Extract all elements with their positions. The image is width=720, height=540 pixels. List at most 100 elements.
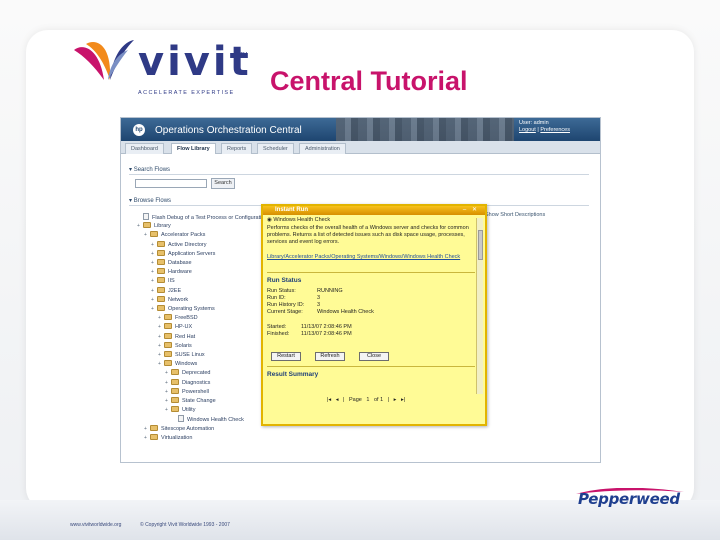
folder-icon xyxy=(157,259,165,265)
footer-website-link[interactable]: www.vivitworldwide.org xyxy=(70,522,121,528)
tree-folder[interactable]: + HP-UX xyxy=(158,323,192,332)
preferences-link[interactable]: Preferences xyxy=(540,127,570,133)
expand-toggle-icon[interactable]: + xyxy=(158,360,163,369)
tree-folder[interactable]: + FreeBSD xyxy=(158,314,198,323)
tree-folder[interactable]: + Application Servers xyxy=(151,249,215,259)
tree-folder[interactable]: + Database xyxy=(151,259,192,268)
expand-toggle-icon[interactable]: + xyxy=(137,222,142,231)
folder-icon xyxy=(143,222,151,229)
tree-folder[interactable]: + Active Directory xyxy=(151,240,207,250)
tree-item-label: Virtualization xyxy=(161,434,193,441)
tree-item-label: Sitescope Automation xyxy=(161,425,215,432)
tab-flow-library[interactable]: Flow Library xyxy=(171,143,216,154)
logout-link[interactable]: Logout xyxy=(519,127,536,133)
expand-toggle-icon[interactable]: + xyxy=(151,259,156,268)
tree-flow[interactable]: Flash Debug of a Test Process or Configu… xyxy=(137,213,267,222)
expand-toggle-icon[interactable]: + xyxy=(151,296,156,305)
folder-icon xyxy=(157,305,165,311)
refresh-button[interactable]: Refresh xyxy=(315,352,345,361)
expand-toggle-icon[interactable]: + xyxy=(151,250,156,259)
expand-toggle-icon[interactable]: + xyxy=(165,397,170,406)
tree-folder[interactable]: + Accelerator Packs xyxy=(144,231,205,240)
first-page-icon[interactable]: |◂ xyxy=(327,397,331,403)
tree-folder[interactable]: + Red Hat xyxy=(158,332,195,342)
expand-toggle-icon[interactable]: + xyxy=(151,241,156,250)
dialog-divider xyxy=(267,272,475,273)
expand-toggle-icon[interactable]: + xyxy=(144,425,149,434)
expand-toggle-icon[interactable]: + xyxy=(165,369,170,378)
tree-folder[interactable]: + Deprecated xyxy=(165,369,210,378)
run-id-row: Run ID: 3 xyxy=(267,295,321,301)
last-page-icon[interactable]: ▸| xyxy=(401,397,405,403)
expand-toggle-icon[interactable]: + xyxy=(151,277,156,286)
expand-toggle-icon[interactable]: + xyxy=(144,434,149,443)
expand-toggle-icon[interactable]: + xyxy=(158,323,163,332)
tree-item-label: State Change xyxy=(182,398,216,404)
expand-toggle-icon[interactable]: + xyxy=(144,231,149,240)
search-input[interactable] xyxy=(135,179,207,188)
search-button[interactable]: Search xyxy=(211,178,235,189)
tree-folder[interactable]: + Hardware xyxy=(151,268,192,277)
tab-reports[interactable]: Reports xyxy=(221,143,253,154)
next-page-icon[interactable]: ▸ xyxy=(394,397,397,403)
tree-folder[interactable]: + Network xyxy=(151,295,189,305)
tree-folder[interactable]: + IIS xyxy=(151,277,175,286)
tree-item-label: J2EE xyxy=(168,287,182,294)
tree-folder[interactable]: + Virtualization xyxy=(144,433,193,443)
expand-toggle-icon[interactable]: + xyxy=(151,268,156,277)
tree-folder[interactable]: + Powershell xyxy=(165,387,209,397)
slide-title: Central Tutorial xyxy=(270,66,468,96)
tree-item-label: Diagnostics xyxy=(182,379,211,386)
tree-folder[interactable]: + Utility xyxy=(165,406,195,415)
expand-toggle-icon[interactable]: + xyxy=(151,287,156,296)
tree-folder[interactable]: + Diagnostics xyxy=(165,378,211,388)
dialog-scrollbar[interactable] xyxy=(476,218,483,394)
tree-folder[interactable]: + Windows xyxy=(158,360,197,369)
expand-toggle-icon[interactable]: + xyxy=(158,314,163,323)
finished-row: Finished: 11/13/07 2:08:46 PM xyxy=(267,331,352,337)
folder-icon xyxy=(171,387,179,394)
tree-folder[interactable]: + Sitescope Automation xyxy=(144,424,215,434)
tab-administration[interactable]: Administration xyxy=(299,143,346,154)
run-status-row: Run Status: RUNNING xyxy=(267,288,343,294)
folder-icon xyxy=(171,406,179,413)
expand-toggle-icon[interactable]: + xyxy=(165,406,170,415)
tree-item-label: IIS xyxy=(168,278,175,285)
user-name: User: admin xyxy=(519,120,549,126)
header-banner-image xyxy=(336,118,514,141)
scroll-thumb[interactable] xyxy=(478,230,483,260)
tree-folder[interactable]: + Operating Systems xyxy=(151,305,215,314)
expand-toggle-icon[interactable]: + xyxy=(158,351,163,360)
tree-item-label: Network xyxy=(168,296,189,303)
tree-flow[interactable]: Windows Health Check xyxy=(172,415,244,424)
app-header: hp Operations Orchestration Central User… xyxy=(121,118,600,141)
expand-toggle-icon[interactable]: + xyxy=(151,305,156,314)
tree-folder[interactable]: + SUSE Linux xyxy=(158,351,205,360)
tab-dashboard[interactable]: Dashboard xyxy=(125,143,164,154)
restart-button[interactable]: Restart xyxy=(271,352,301,361)
expand-toggle-icon[interactable]: + xyxy=(158,333,163,342)
main-tabbar: Dashboard Flow Library Reports Scheduler… xyxy=(121,141,600,154)
started-row: Started: 11/13/07 2:08:46 PM xyxy=(267,324,352,330)
vivit-logo-word: vivit xyxy=(138,39,252,85)
tree-folder[interactable]: + Library xyxy=(137,222,171,231)
dialog-titlebar[interactable]: Instant Run – ✕ xyxy=(263,206,485,215)
search-flows-header[interactable]: ▾ Search Flows xyxy=(129,165,589,175)
flow-icon xyxy=(143,213,149,220)
expand-toggle-icon[interactable]: + xyxy=(165,388,170,397)
flow-icon xyxy=(178,415,184,423)
tree-folder[interactable]: + Solaris xyxy=(158,341,192,351)
close-icon[interactable]: ✕ xyxy=(471,207,478,214)
expand-toggle-icon[interactable]: + xyxy=(165,379,170,388)
tab-scheduler[interactable]: Scheduler xyxy=(257,143,294,154)
flow-path-link[interactable]: Library/Accelerator Packs/Operating Syst… xyxy=(267,254,475,268)
tree-folder[interactable]: + State Change xyxy=(165,397,216,406)
close-button[interactable]: Close xyxy=(359,352,389,361)
prev-page-icon[interactable]: ◂ xyxy=(336,397,339,403)
tree-folder[interactable]: + J2EE xyxy=(151,286,182,296)
folder-icon xyxy=(157,268,165,275)
expand-toggle-icon[interactable]: + xyxy=(158,342,163,351)
folder-icon xyxy=(164,351,172,357)
minimize-icon[interactable]: – xyxy=(461,207,468,214)
page-number[interactable]: 1 xyxy=(366,397,369,403)
